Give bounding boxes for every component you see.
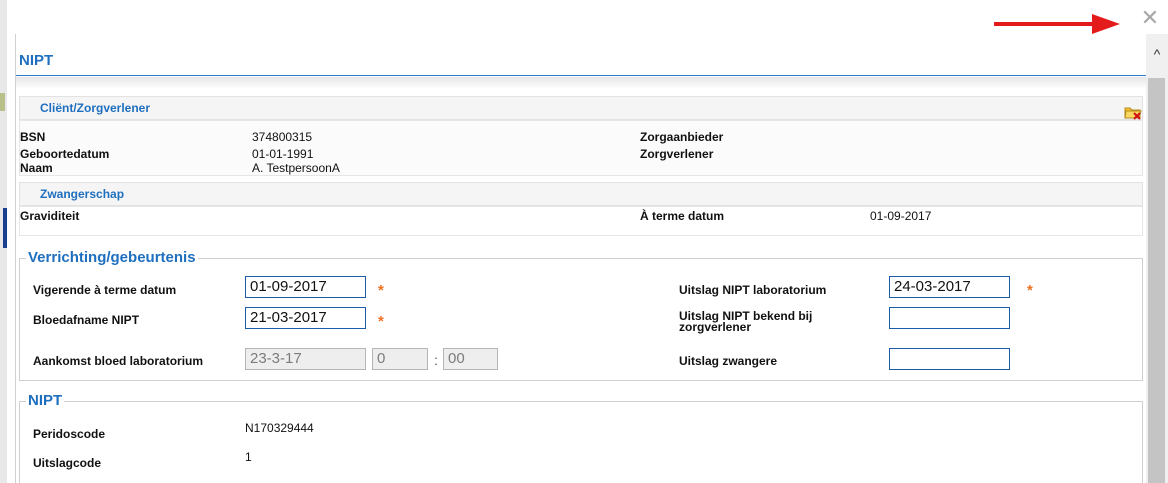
blood-draw-input[interactable]: 21-03-2017 (245, 307, 366, 329)
lab-result-label: Uitslag NIPT laboratorium (679, 283, 827, 297)
required-marker: * (1027, 282, 1033, 299)
birthdate-value: 01-01-1991 (252, 147, 314, 161)
procedure-legend: Verrichting/gebeurtenis (26, 249, 198, 267)
due-date-value: 01-09-2017 (870, 209, 932, 223)
lab-arrival-hour-input[interactable]: 0 (372, 348, 428, 370)
bsn-label: BSN (20, 130, 46, 144)
pregnancy-section-header[interactable]: Zwangerschap (19, 182, 1143, 206)
pregnant-result-label: Uitslag zwangere (679, 354, 778, 368)
background-marker (3, 208, 7, 248)
result-known-input[interactable] (889, 307, 1010, 329)
perido-code-label: Peridoscode (33, 427, 106, 441)
pregnant-result-input[interactable] (889, 348, 1010, 370)
vertical-scrollbar[interactable]: ^ (1146, 34, 1168, 483)
result-code-value: 1 (245, 450, 252, 464)
blood-draw-label: Bloedafname NIPT (33, 313, 140, 327)
page-title: NIPT (16, 50, 1146, 76)
gravidity-label: Graviditeit (20, 209, 80, 223)
lab-arrival-date-input[interactable]: 23-3-17 (245, 348, 366, 370)
required-marker: * (378, 313, 384, 330)
valid-due-date-input[interactable]: 01-09-2017 (245, 276, 366, 298)
nipt-dialog: NIPT Cliënt/Zorgverlener BSN 374800315 G… (15, 34, 1146, 483)
care-provider-label: Zorgaanbieder (640, 130, 724, 144)
time-separator: : (434, 352, 438, 368)
valid-due-date-label: Vigerende à terme datum (33, 283, 177, 297)
scroll-thumb[interactable] (1148, 78, 1165, 483)
nipt-fieldset (19, 401, 1143, 483)
close-icon[interactable]: ✕ (1138, 6, 1162, 30)
name-value: A. TestpersoonA (252, 161, 340, 175)
birthdate-label: Geboortedatum (20, 147, 110, 161)
result-known-label: Uitslag NIPT bekend bij zorgverlener (679, 309, 813, 334)
lab-arrival-minute-input[interactable]: 00 (443, 348, 498, 370)
client-section-header[interactable]: Cliënt/Zorgverlener (19, 96, 1143, 120)
bsn-value: 374800315 (252, 130, 313, 144)
caregiver-label: Zorgverlener (640, 147, 714, 161)
nipt-legend: NIPT (26, 392, 65, 410)
lab-result-input[interactable]: 24-03-2017 (889, 276, 1010, 298)
pregnancy-details: Graviditeit À terme datum 01-09-2017 (19, 206, 1143, 236)
client-details: BSN 374800315 Geboortedatum 01-01-1991 N… (19, 120, 1143, 176)
name-label: Naam (20, 161, 53, 175)
title-separator (16, 77, 1146, 89)
folder-delete-icon[interactable] (1124, 104, 1142, 120)
background-window-strip (0, 0, 7, 483)
required-marker: * (378, 282, 384, 299)
red-arrow-annotation (994, 14, 1120, 34)
result-code-label: Uitslagcode (33, 456, 102, 470)
lab-arrival-label: Aankomst bloed laboratorium (33, 354, 204, 368)
background-marker (0, 93, 5, 111)
due-date-label: À terme datum (640, 209, 725, 223)
perido-code-value: N170329444 (245, 421, 314, 435)
chevron-up-icon[interactable]: ^ (1146, 46, 1168, 66)
